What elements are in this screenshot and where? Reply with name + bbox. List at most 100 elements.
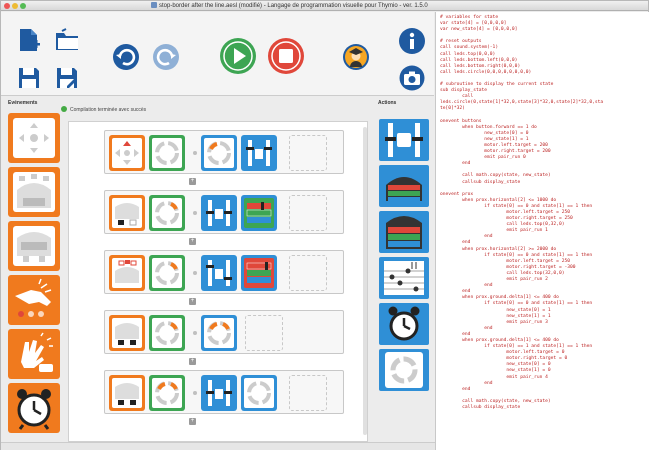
motors-action-block[interactable]: [201, 375, 237, 411]
compilation-status-text: Compilation terminée avec succès: [70, 107, 147, 113]
ground-event-block[interactable]: [109, 315, 145, 351]
music-action-block[interactable]: [379, 257, 429, 299]
toolbar: [1, 12, 434, 96]
redo-icon: [153, 44, 179, 70]
music-note-icon: [384, 261, 424, 295]
status-bar: [1, 442, 435, 450]
state-circle-icon: [152, 198, 182, 228]
state-condition-block[interactable]: [149, 255, 185, 291]
event-action-pair[interactable]: [104, 190, 344, 234]
events-panel-title: Evénements: [8, 100, 38, 106]
empty-action-slot[interactable]: [289, 375, 327, 411]
add-pair-button[interactable]: +: [189, 298, 196, 305]
ground-event-block[interactable]: [8, 221, 60, 271]
events-panel: Evénements: [1, 97, 67, 442]
ground-event-icon: [112, 318, 142, 348]
close-window-button[interactable]: [4, 3, 10, 9]
add-pair-button[interactable]: +: [189, 358, 196, 365]
zoom-window-button[interactable]: [20, 3, 26, 9]
title-bar: stop-border after the line.aesl (modifié…: [1, 1, 648, 11]
open-file-button[interactable]: [53, 26, 81, 54]
program-scene[interactable]: + + + + +: [68, 121, 368, 442]
run-button[interactable]: [219, 37, 257, 75]
empty-action-slot[interactable]: [289, 135, 327, 171]
camera-icon: [399, 65, 425, 91]
state-circle-icon: [152, 378, 182, 408]
motors-action-block[interactable]: [241, 135, 277, 171]
timer-event-block[interactable]: [8, 383, 60, 433]
empty-action-slot[interactable]: [245, 315, 283, 351]
tap-event-icon: [15, 278, 52, 317]
color-sliders-icon: [244, 258, 274, 288]
state-condition-block[interactable]: [149, 195, 185, 231]
motors-icon: [385, 123, 423, 157]
add-pair-button[interactable]: +: [189, 418, 196, 425]
advanced-mode-button[interactable]: [341, 42, 371, 72]
timer-action-block[interactable]: [379, 303, 429, 345]
empty-action-slot[interactable]: [289, 195, 327, 231]
event-action-pair[interactable]: [104, 130, 344, 174]
motors-icon: [204, 258, 234, 288]
state-condition-block[interactable]: [149, 135, 185, 171]
event-action-pair[interactable]: [104, 310, 344, 354]
clap-event-block[interactable]: [8, 329, 60, 379]
ground-event-block[interactable]: [109, 375, 145, 411]
window-title: stop-border after the line.aesl (modifié…: [151, 1, 471, 11]
new-state-block[interactable]: [201, 135, 237, 171]
new-state-block[interactable]: [201, 315, 237, 351]
motors-action-block[interactable]: [379, 119, 429, 161]
new-file-button[interactable]: [15, 26, 43, 54]
actions-panel-title: Actions: [378, 100, 397, 106]
alarm-clock-icon: [17, 389, 51, 430]
generated-code: # variables for state var state[4] = [0,…: [440, 15, 604, 410]
window-title-text: stop-border after the line.aesl (modifié…: [159, 3, 428, 9]
scene-scrollbar[interactable]: [363, 127, 367, 435]
top-color-action-block[interactable]: [241, 195, 277, 231]
add-pair-button[interactable]: +: [189, 238, 196, 245]
motors-action-block[interactable]: [201, 195, 237, 231]
ground-event-block[interactable]: [109, 195, 145, 231]
motors-action-block[interactable]: [201, 255, 237, 291]
run-icon: [220, 38, 256, 74]
new-state-block[interactable]: [241, 375, 277, 411]
save-as-icon: [57, 68, 77, 88]
state-condition-block[interactable]: [149, 375, 185, 411]
undo-button[interactable]: [111, 42, 141, 72]
state-circle-icon: [385, 352, 423, 388]
top-color-action-block[interactable]: [379, 165, 429, 207]
bottom-color-icon: [386, 216, 422, 249]
save-button[interactable]: [15, 64, 43, 92]
minimize-window-button[interactable]: [12, 3, 18, 9]
code-view[interactable]: # variables for state var state[4] = [0,…: [435, 12, 649, 450]
top-color-action-block[interactable]: [241, 255, 277, 291]
tap-event-block[interactable]: [8, 275, 60, 325]
state-action-block[interactable]: [379, 349, 429, 391]
buttons-event-block[interactable]: [109, 135, 145, 171]
info-icon: [399, 28, 425, 54]
state-circle-icon: [152, 258, 182, 288]
stop-button[interactable]: [267, 37, 305, 75]
add-pair-button[interactable]: +: [189, 178, 196, 185]
new-file-icon: [20, 29, 40, 51]
proximity-event-block[interactable]: [8, 167, 60, 217]
buttons-event-block[interactable]: [8, 113, 60, 163]
info-button[interactable]: [397, 26, 427, 56]
screenshot-button[interactable]: [397, 64, 427, 92]
event-action-pair[interactable]: [104, 370, 344, 414]
save-as-button[interactable]: [53, 64, 81, 92]
color-sliders-icon: [244, 198, 274, 228]
compilation-status: Compilation terminée avec succès: [61, 105, 146, 115]
save-icon: [19, 68, 39, 88]
state-condition-block[interactable]: [149, 315, 185, 351]
motors-icon: [204, 378, 234, 408]
proximity-event-icon: [13, 172, 55, 212]
state-circle-icon: [152, 138, 182, 168]
event-action-pair[interactable]: [104, 250, 344, 294]
empty-action-slot[interactable]: [289, 255, 327, 291]
redo-button[interactable]: [151, 42, 181, 72]
proximity-event-block[interactable]: [109, 255, 145, 291]
stop-icon: [268, 38, 304, 74]
document-icon: [151, 2, 157, 8]
bottom-color-action-block[interactable]: [379, 211, 429, 253]
open-folder-icon: [56, 28, 78, 50]
